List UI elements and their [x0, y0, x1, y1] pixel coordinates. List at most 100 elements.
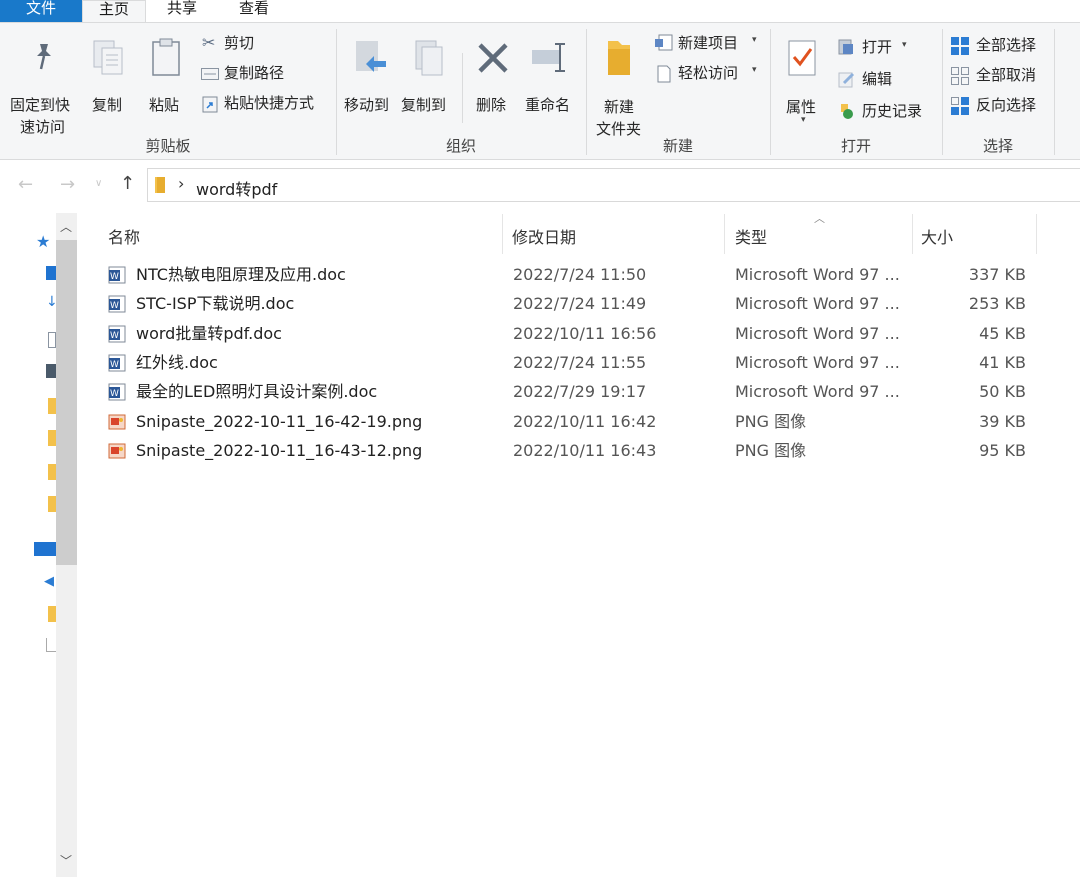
- file-modified-date: 2022/7/24 11:49: [513, 294, 647, 313]
- history-icon: [841, 104, 853, 119]
- ribbon-divider: [1054, 29, 1055, 155]
- folder-icon: [155, 177, 165, 193]
- paste-shortcut-button[interactable]: 粘贴快捷方式: [200, 93, 330, 115]
- copy-path-icon: [201, 68, 219, 80]
- delete-label: 删除: [476, 96, 507, 114]
- tab-file[interactable]: 文件: [0, 0, 82, 22]
- copy-path-button[interactable]: 复制路径: [200, 63, 300, 85]
- cut-button[interactable]: ✂ 剪切: [200, 33, 270, 55]
- copy-to-button[interactable]: 复制到: [400, 37, 458, 127]
- column-header-name[interactable]: 名称: [108, 224, 140, 248]
- up-arrow-icon[interactable]: ↑: [120, 173, 135, 194]
- column-divider[interactable]: [912, 214, 913, 254]
- desktop-icon[interactable]: [46, 266, 56, 280]
- file-row[interactable]: W 最全的LED照明灯具设计案例.doc 2022/7/29 19:17 Micros…: [106, 377, 1036, 406]
- file-row[interactable]: Wword批量转pdf.doc 2022/10/11 16:56 Microsoft…: [106, 319, 1036, 348]
- column-header-type[interactable]: 类型: [735, 224, 767, 248]
- nav-pane-scroll-thumb[interactable]: [56, 240, 77, 565]
- easy-access-icon: [657, 65, 671, 83]
- png-image-icon: [108, 443, 126, 459]
- folder-icon[interactable]: [48, 606, 56, 622]
- file-row[interactable]: Snipaste_2022-10-11_16-43-12.png 2022/10/…: [106, 436, 1036, 465]
- easy-access-button[interactable]: 轻松访问 ▾: [654, 63, 764, 85]
- paste-clipboard-icon: [152, 38, 180, 76]
- edit-icon: [838, 72, 855, 88]
- new-folder-button[interactable]: 新建 文件夹: [592, 37, 650, 138]
- rename-icon: [532, 43, 565, 72]
- rename-button[interactable]: 重命名: [522, 37, 580, 127]
- scroll-up-chevron-icon[interactable]: ︿: [60, 218, 72, 235]
- recent-locations-chevron-icon[interactable]: ∨: [95, 178, 102, 189]
- back-arrow-icon[interactable]: ←: [18, 174, 33, 195]
- move-to-icon: [356, 41, 386, 72]
- properties-button[interactable]: 属性 ▾: [782, 37, 826, 129]
- file-size: 50 KB: [979, 382, 1026, 401]
- word-doc-icon: W: [108, 325, 126, 343]
- network-icon[interactable]: ◀: [44, 574, 54, 589]
- file-modified-date: 2022/7/24 11:50: [513, 265, 647, 284]
- open-button[interactable]: 打开 ▾: [838, 37, 918, 59]
- organize-group-label: 组织: [445, 137, 476, 155]
- select-all-label: 全部选择: [976, 36, 1037, 54]
- new-item-button[interactable]: 新建项目 ▾: [654, 33, 764, 55]
- folder-icon[interactable]: [48, 398, 56, 414]
- svg-text:W: W: [110, 301, 119, 311]
- file-row[interactable]: W 红外线.doc 2022/7/24 11:55 Microsoft Word 97…: [106, 348, 1036, 377]
- delete-button[interactable]: 删除: [470, 37, 516, 127]
- file-size: 253 KB: [968, 294, 1026, 313]
- select-none-button[interactable]: 全部取消: [950, 65, 1050, 87]
- column-divider[interactable]: [724, 214, 725, 254]
- forward-arrow-icon[interactable]: →: [60, 174, 75, 195]
- svg-text:W: W: [110, 389, 119, 399]
- tab-share[interactable]: 共享: [150, 0, 214, 22]
- sort-ascending-chevron-icon: ︿: [814, 212, 825, 225]
- ribbon-divider: [462, 53, 463, 123]
- select-group-label: 选择: [982, 137, 1013, 155]
- word-doc-icon: W: [108, 354, 126, 372]
- scissors-icon: ✂: [202, 33, 216, 52]
- folder-icon[interactable]: [48, 430, 56, 446]
- copy-to-label: 复制到: [401, 96, 447, 114]
- move-to-button[interactable]: 移动到: [342, 37, 400, 127]
- scroll-down-chevron-icon[interactable]: ﹀: [60, 852, 72, 869]
- svg-text:W: W: [110, 360, 119, 370]
- tab-view[interactable]: 查看: [222, 0, 286, 22]
- invert-selection-button[interactable]: 反向选择: [950, 95, 1050, 117]
- history-button[interactable]: 历史记录: [838, 101, 938, 123]
- column-header-size[interactable]: 大小: [921, 224, 953, 248]
- select-all-button[interactable]: 全部选择: [950, 35, 1050, 57]
- quick-access-star-icon[interactable]: ★: [36, 232, 50, 251]
- delete-x-icon: [478, 43, 508, 73]
- tab-home[interactable]: 主页: [82, 0, 146, 22]
- pin-icon: [37, 44, 51, 70]
- drive-icon[interactable]: [46, 638, 56, 652]
- copy-button[interactable]: 复制: [88, 37, 132, 127]
- properties-check-icon: [788, 40, 816, 76]
- file-row[interactable]: W NTC热敏电阻原理及应用.doc 2022/7/24 11:50 Microsof…: [106, 260, 1036, 289]
- file-type: PNG 图像: [735, 412, 807, 431]
- folder-icon[interactable]: [48, 464, 56, 480]
- cut-label: 剪切: [224, 34, 255, 52]
- easy-access-label: 轻松访问: [678, 64, 739, 82]
- file-size: 95 KB: [979, 441, 1026, 460]
- file-size: 41 KB: [979, 353, 1026, 372]
- file-row[interactable]: W STC-ISP下载说明.doc 2022/7/24 11:49 Microsoft…: [106, 289, 1036, 318]
- column-divider[interactable]: [1036, 214, 1037, 254]
- pictures-icon[interactable]: [46, 364, 56, 378]
- file-row[interactable]: Snipaste_2022-10-11_16-42-19.png 2022/10/…: [106, 407, 1036, 436]
- breadcrumb-folder[interactable]: word转pdf: [196, 176, 277, 200]
- this-pc-icon[interactable]: [34, 542, 56, 556]
- paste-button[interactable]: 粘贴: [144, 37, 188, 127]
- history-label: 历史记录: [862, 102, 923, 120]
- pin-quick-access-button[interactable]: 固定到快 速访问: [6, 37, 82, 136]
- column-divider[interactable]: [502, 214, 503, 254]
- open-label: 打开: [862, 38, 893, 56]
- file-type: Microsoft Word 97 ...: [735, 324, 900, 343]
- address-bar[interactable]: › word转pdf: [147, 168, 1080, 202]
- folder-icon[interactable]: [48, 496, 56, 512]
- edit-button[interactable]: 编辑: [838, 69, 908, 91]
- open-group-label: 打开: [840, 137, 871, 155]
- column-header-date[interactable]: 修改日期: [512, 224, 576, 248]
- documents-icon[interactable]: [48, 332, 56, 348]
- select-none-label: 全部取消: [976, 66, 1037, 84]
